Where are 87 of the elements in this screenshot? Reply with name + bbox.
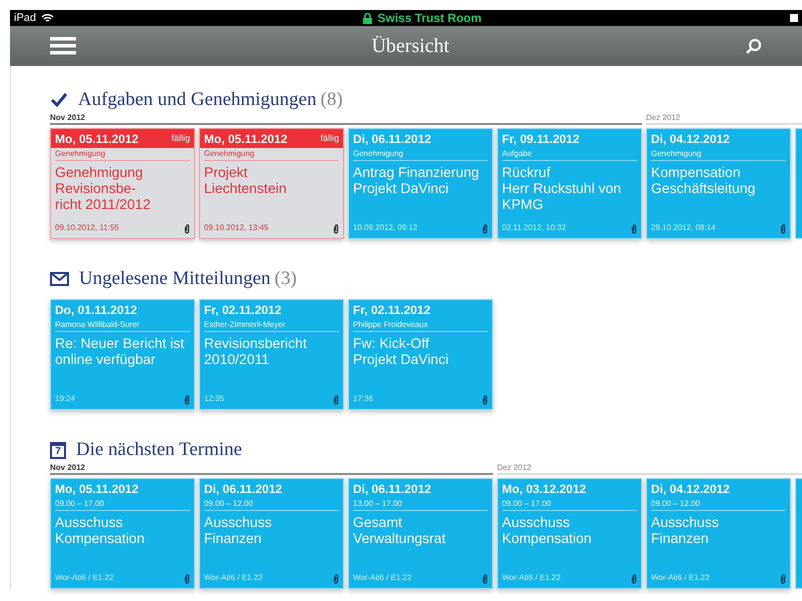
check-icon <box>50 92 68 108</box>
card[interactable]: Fr, 02.11.2012 Philippe Froideveaux Fw: Kick-Off Projekt DaVinci 17:36 <box>348 299 493 410</box>
card-title: Gesamt Verwaltungsrat <box>353 514 447 546</box>
card-date: Di, 04.12.2012 <box>651 130 730 148</box>
card[interactable]: Mo, 03.12.2012 09.00 – 17.00 Ausschuss Kompensation Wor-Ati6 / E1.22 <box>497 478 642 589</box>
card-subtitle: Esther-Zimmerli-Meyer <box>204 319 339 332</box>
card-footer: 10.09.2012, 09:12 <box>353 222 418 234</box>
search-icon[interactable] <box>744 38 762 54</box>
card-subtitle: 09.00 – 17.00 <box>55 498 190 511</box>
card[interactable]: Do, 01.11.2012 Ramona Willibald-Surer Re: Neuer Bericht ist online verfügbar 19:24 <box>50 299 195 410</box>
card-date: Di, 06.11.2012 <box>353 480 432 498</box>
section-title: Ungelesene Mitteilungen <box>79 266 271 291</box>
lock-icon <box>362 12 372 24</box>
card-title: Ausschuss Kompensation <box>55 514 146 546</box>
nav-title: Übersicht <box>372 34 450 59</box>
card-date: Fr, 02.11.2012 <box>204 302 282 318</box>
card-footer: Wor-Ati6 / E1.22 <box>55 572 114 584</box>
card-footer: Wor-Ati6 / E1.22 <box>502 572 561 584</box>
calendar-icon: 7 <box>50 442 66 458</box>
card-footer: 19:24 <box>55 393 76 405</box>
card-footer: 09.10.2012, 11:55 <box>55 222 119 234</box>
month-label: Dez 2012 <box>497 462 532 473</box>
card-date: Di, 06.11.2012 <box>204 480 282 498</box>
card-title: Ausschuss Kompensation <box>502 514 593 546</box>
card-footer: Wor-Ati6 / E1.22 <box>353 572 412 584</box>
section-title: Aufgaben und Genehmigungen <box>78 88 316 112</box>
card-title: Ausschuss Finanzen <box>204 514 273 546</box>
card[interactable]: Mo, 05.11.2012 09.00 – 17.00 Ausschuss Kompensation Wor-Ati6 / E1.22 <box>50 478 195 589</box>
card-subtitle: Ramona Willibald-Surer <box>55 319 190 332</box>
card-title: Projekt Liechtenstein <box>204 164 288 196</box>
card[interactable]: Di, 06.11.2012 09.00 – 12.00 Ausschuss Finanzen Wor-Ati6 / E1.22 <box>199 478 344 589</box>
card[interactable]: Fr, 02.11.2012 Esther-Zimmerli-Meyer Revisionsbericht 2010/2011 12:35 <box>199 299 344 410</box>
card-footer: 12:35 <box>204 393 224 405</box>
card-date: Do, 01.11.2012 <box>55 302 138 318</box>
card[interactable]: Fr, 09.11.2012 Aufgabe Rückruf Herr Ruckstuhl von KPMG 02.11.2012, 10:32 <box>497 128 642 239</box>
card-title: Kompensation Geschäftsleitung <box>651 164 756 196</box>
card-title: Ausschuss Finanzen <box>651 514 720 546</box>
wifi-icon <box>41 13 54 23</box>
card-title: Fw: Kick-Off Projekt DaVinci <box>353 335 450 367</box>
month-label: Nov 2012 <box>50 112 86 123</box>
due-card[interactable]: Mo, 05.11.2012 fällig Genehmigung Genehmigung Revisionsbe- richt 2011/2012 09.10.2012, 11:55 <box>50 128 195 239</box>
card-subtitle: Genehmigung <box>651 148 786 161</box>
card-date: Mo, 05.11.2012 <box>55 480 138 498</box>
card-footer: Wor-Ati6 / E1.22 <box>204 572 263 584</box>
card[interactable]: Di, 06.11.2012 Genehmigung Antrag Finanzierung Projekt DaVinci 10.09.2012, 09:12 <box>348 128 493 239</box>
card-title: Genehmigung Revisionsbe- richt 2011/2012 <box>55 164 152 212</box>
card-title: Rückruf Herr Ruckstuhl von KPMG <box>502 164 622 212</box>
device-name: iPad <box>14 10 36 26</box>
card-subtitle: Aufgabe <box>502 148 637 161</box>
card[interactable]: Di, 04.12.2012 Genehmigung Kompensation Geschäftsleitung 29.10.2012, 08:14 <box>646 128 791 239</box>
card-title: Re: Neuer Bericht ist online verfügbar <box>55 335 186 367</box>
card-subtitle: Philippe Froideveaux <box>353 319 488 332</box>
card-footer: Wor-Ati6 / E1.22 <box>651 572 710 584</box>
card-subtitle: 09.00 – 12.00 <box>651 498 786 511</box>
card-title: Revisionsbericht 2010/2011 <box>204 335 308 367</box>
due-card[interactable]: Mo, 05.11.2012 fällig Genehmigung Projekt Liechtenstein 09.10.2012, 13:45 <box>199 128 344 239</box>
card-subtitle: 09.00 – 17.00 <box>502 498 637 511</box>
menu-icon[interactable] <box>50 37 76 55</box>
card-date: Mo, 05.11.2012 <box>204 130 288 148</box>
card-footer: 09.10.2012, 13:45 <box>204 222 269 234</box>
card-date: Mo, 05.11.2012 <box>55 130 138 148</box>
card-footer: 17:36 <box>353 393 374 405</box>
card-date: Di, 04.12.2012 <box>651 480 730 498</box>
card-footer: 02.11.2012, 10:32 <box>502 222 566 234</box>
card-title: Antrag Finanzierung Projekt DaVinci <box>353 164 480 196</box>
envelope-icon <box>50 272 69 286</box>
card-subtitle: 09.00 – 12.00 <box>204 498 339 511</box>
due-label: fällig <box>320 132 339 145</box>
battery-icon <box>790 14 798 22</box>
item-count: (3) <box>274 266 297 291</box>
month-label: Nov 2012 <box>50 462 86 473</box>
card-subtitle: Genehmigung <box>204 148 339 161</box>
card-date: Fr, 09.11.2012 <box>502 130 580 148</box>
card[interactable]: Di, 06.11.2012 13.00 – 17.00 Gesamt Verwaltungsrat Wor-Ati6 / E1.22 <box>348 478 493 589</box>
card-date: Di, 06.11.2012 <box>353 130 432 148</box>
card-date: Fr, 02.11.2012 <box>353 302 430 318</box>
card-subtitle: Genehmigung <box>55 148 190 161</box>
card-date: Mo, 03.12.2012 <box>502 480 586 498</box>
due-label: fällig <box>171 132 190 145</box>
card-footer: 29.10.2012, 08:14 <box>651 222 716 234</box>
section-title: Die nächsten Termine <box>76 438 242 462</box>
card-subtitle: Genehmigung <box>353 148 488 161</box>
status-title: Swiss Trust Room <box>378 10 482 27</box>
card-subtitle: 13.00 – 17.00 <box>353 498 488 511</box>
month-label: Dez 2012 <box>646 112 682 123</box>
card[interactable]: Di, 04.12.2012 09.00 – 12.00 Ausschuss Finanzen Wor-Ati6 / E1.22 <box>646 478 791 589</box>
item-count: (8) <box>320 88 343 112</box>
